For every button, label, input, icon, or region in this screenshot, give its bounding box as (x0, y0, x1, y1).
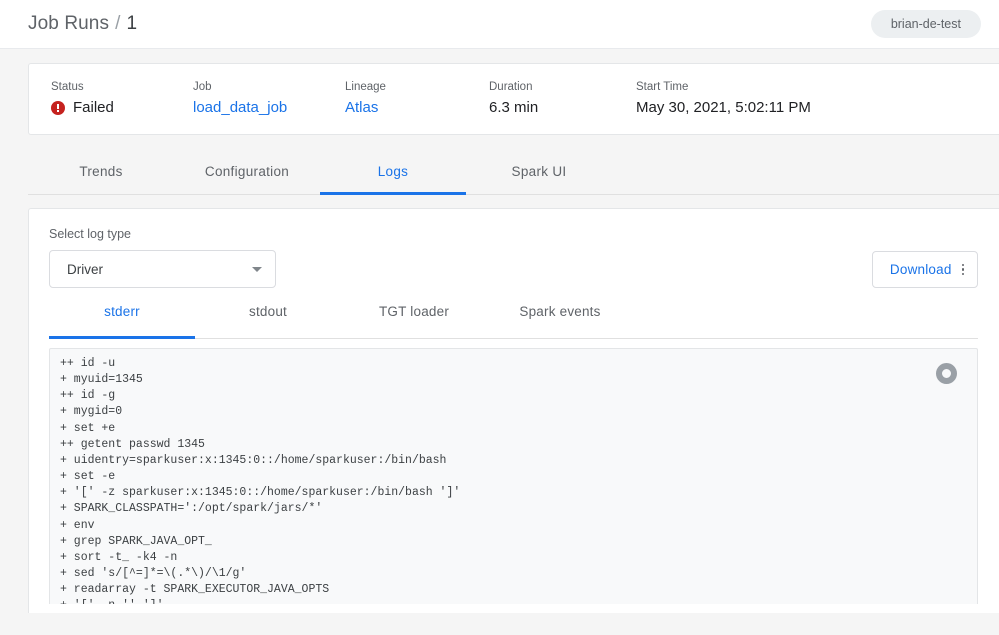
subtab-stderr[interactable]: stderr (49, 303, 195, 338)
tab-spark-ui[interactable]: Spark UI (466, 148, 612, 194)
download-button-label: Download (890, 262, 952, 277)
breadcrumb-separator: / (115, 13, 120, 34)
log-output-text: ++ id -u + myuid=1345 ++ id -g + mygid=0… (50, 349, 977, 604)
log-type-select-group: Select log type Driver (49, 227, 276, 288)
run-summary-card: Status Failed Job load_data_job Lineage … (28, 63, 999, 135)
summary-value-duration: 6.3 min (489, 98, 636, 118)
log-subtabs: stderr stdout TGT loader Spark events (49, 303, 978, 339)
summary-item-status: Status Failed (51, 80, 193, 118)
logs-toolbar: Select log type Driver Download (49, 227, 999, 288)
summary-label-status: Status (51, 80, 193, 94)
app-header: Job Runs / 1 brian-de-test (0, 0, 999, 49)
subtab-tgt-loader[interactable]: TGT loader (341, 303, 487, 338)
error-icon (51, 101, 65, 115)
summary-item-duration: Duration 6.3 min (489, 80, 636, 118)
tab-configuration[interactable]: Configuration (174, 148, 320, 194)
kebab-menu-icon[interactable] (962, 264, 965, 276)
summary-value-status: Failed (73, 98, 114, 118)
summary-label-job: Job (193, 80, 345, 94)
tab-logs[interactable]: Logs (320, 148, 466, 194)
breadcrumb-root[interactable]: Job Runs (28, 13, 109, 34)
log-type-select[interactable]: Driver (49, 250, 276, 288)
main-tabs: Trends Configuration Logs Spark UI (28, 148, 999, 195)
user-chip[interactable]: brian-de-test (871, 10, 981, 39)
subtab-spark-events[interactable]: Spark events (487, 303, 633, 338)
log-type-label: Select log type (49, 227, 276, 242)
page-body: Status Failed Job load_data_job Lineage … (0, 49, 999, 635)
summary-item-lineage: Lineage Atlas (345, 80, 489, 118)
summary-value-start-time: May 30, 2021, 5:02:11 PM (636, 98, 811, 118)
loading-spinner-icon (936, 363, 957, 384)
log-type-selected-value: Driver (67, 262, 252, 277)
summary-item-start-time: Start Time May 30, 2021, 5:02:11 PM (636, 80, 811, 118)
job-link[interactable]: load_data_job (193, 98, 345, 118)
subtab-stdout[interactable]: stdout (195, 303, 341, 338)
chevron-down-icon (252, 267, 262, 272)
tab-trends[interactable]: Trends (28, 148, 174, 194)
summary-label-start-time: Start Time (636, 80, 811, 94)
logs-card: Select log type Driver Download stderr s… (28, 208, 999, 613)
summary-label-duration: Duration (489, 80, 636, 94)
lineage-link[interactable]: Atlas (345, 98, 489, 118)
breadcrumb: Job Runs / 1 (28, 13, 137, 35)
main-tabs-wrapper: Trends Configuration Logs Spark UI (28, 148, 999, 195)
log-output-panel[interactable]: ++ id -u + myuid=1345 ++ id -g + mygid=0… (49, 348, 978, 604)
summary-item-job: Job load_data_job (193, 80, 345, 118)
status-badge: Failed (51, 98, 193, 118)
summary-label-lineage: Lineage (345, 80, 489, 94)
download-button[interactable]: Download (872, 251, 978, 288)
breadcrumb-current: 1 (126, 13, 137, 34)
